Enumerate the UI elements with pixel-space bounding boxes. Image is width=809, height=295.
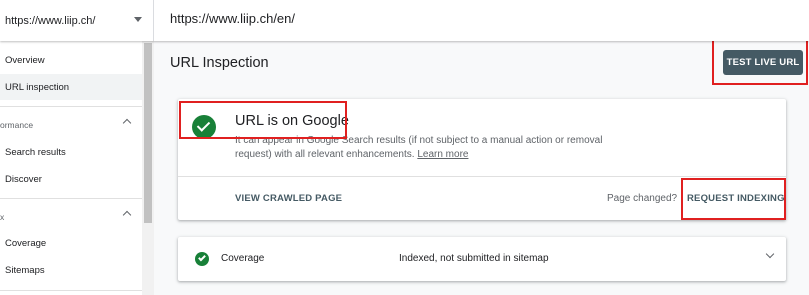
chevron-up-icon	[122, 210, 132, 220]
page-changed-label: Page changed?	[607, 193, 678, 204]
property-selector-label: https://www.liip.ch/	[5, 14, 96, 27]
url-status-card: URL is on Google It can appear in Google…	[178, 99, 786, 220]
sidebar: Overview URL inspection ormance Search r…	[0, 41, 154, 295]
card-divider	[178, 176, 786, 177]
sidebar-section-performance[interactable]: ormance	[0, 115, 142, 135]
sidebar-item-label: Coverage	[5, 237, 47, 249]
dropdown-caret-icon	[134, 17, 142, 22]
sidebar-item-label: URL inspection	[5, 81, 70, 93]
sidebar-divider	[0, 290, 142, 291]
sidebar-divider	[0, 198, 142, 199]
sidebar-item-discover[interactable]: Discover	[0, 166, 142, 192]
chevron-down-icon[interactable]	[765, 249, 775, 259]
sidebar-section-index[interactable]: x	[0, 207, 142, 227]
coverage-card[interactable]: Coverage Indexed, not submitted in sitem…	[178, 237, 786, 281]
sidebar-item-label: Overview	[5, 54, 45, 66]
sidebar-section-label: ormance	[0, 120, 34, 130]
top-bar: https://www.liip.ch/ https://www.liip.ch…	[0, 0, 809, 41]
sidebar-item-label: Discover	[5, 173, 42, 185]
property-selector[interactable]: https://www.liip.ch/	[0, 0, 154, 41]
coverage-label: Coverage	[221, 253, 265, 264]
sidebar-item-url-inspection[interactable]: URL inspection	[0, 74, 142, 100]
status-title: URL is on Google	[235, 113, 349, 129]
scrollbar-thumb[interactable]	[144, 43, 152, 223]
learn-more-link[interactable]: Learn more	[417, 149, 468, 160]
sidebar-item-sitemaps[interactable]: Sitemaps	[0, 257, 142, 283]
sidebar-item-label: Sitemaps	[5, 264, 45, 276]
check-circle-icon	[195, 252, 209, 266]
request-indexing-button[interactable]: REQUEST INDEXING	[687, 193, 785, 204]
sidebar-divider	[0, 106, 142, 107]
main-content: URL Inspection TEST LIVE URL URL is on G…	[154, 36, 809, 295]
check-circle-icon	[192, 115, 216, 139]
view-crawled-page-button[interactable]: VIEW CRAWLED PAGE	[235, 193, 342, 204]
chevron-up-icon	[122, 118, 132, 128]
sidebar-section-label: x	[0, 212, 5, 222]
sidebar-item-search-results[interactable]: Search results	[0, 139, 142, 165]
coverage-value: Indexed, not submitted in sitemap	[399, 253, 549, 264]
page-title: URL Inspection	[170, 55, 269, 71]
test-live-url-button[interactable]: TEST LIVE URL	[723, 50, 803, 75]
inspect-url-input[interactable]: https://www.liip.ch/en/	[170, 11, 295, 26]
sidebar-scrollbar[interactable]	[142, 41, 154, 295]
sidebar-item-label: Search results	[5, 146, 66, 158]
sidebar-item-overview[interactable]: Overview	[0, 47, 142, 73]
status-description: It can appear in Google Search results (…	[235, 134, 635, 162]
sidebar-item-coverage[interactable]: Coverage	[0, 230, 142, 256]
